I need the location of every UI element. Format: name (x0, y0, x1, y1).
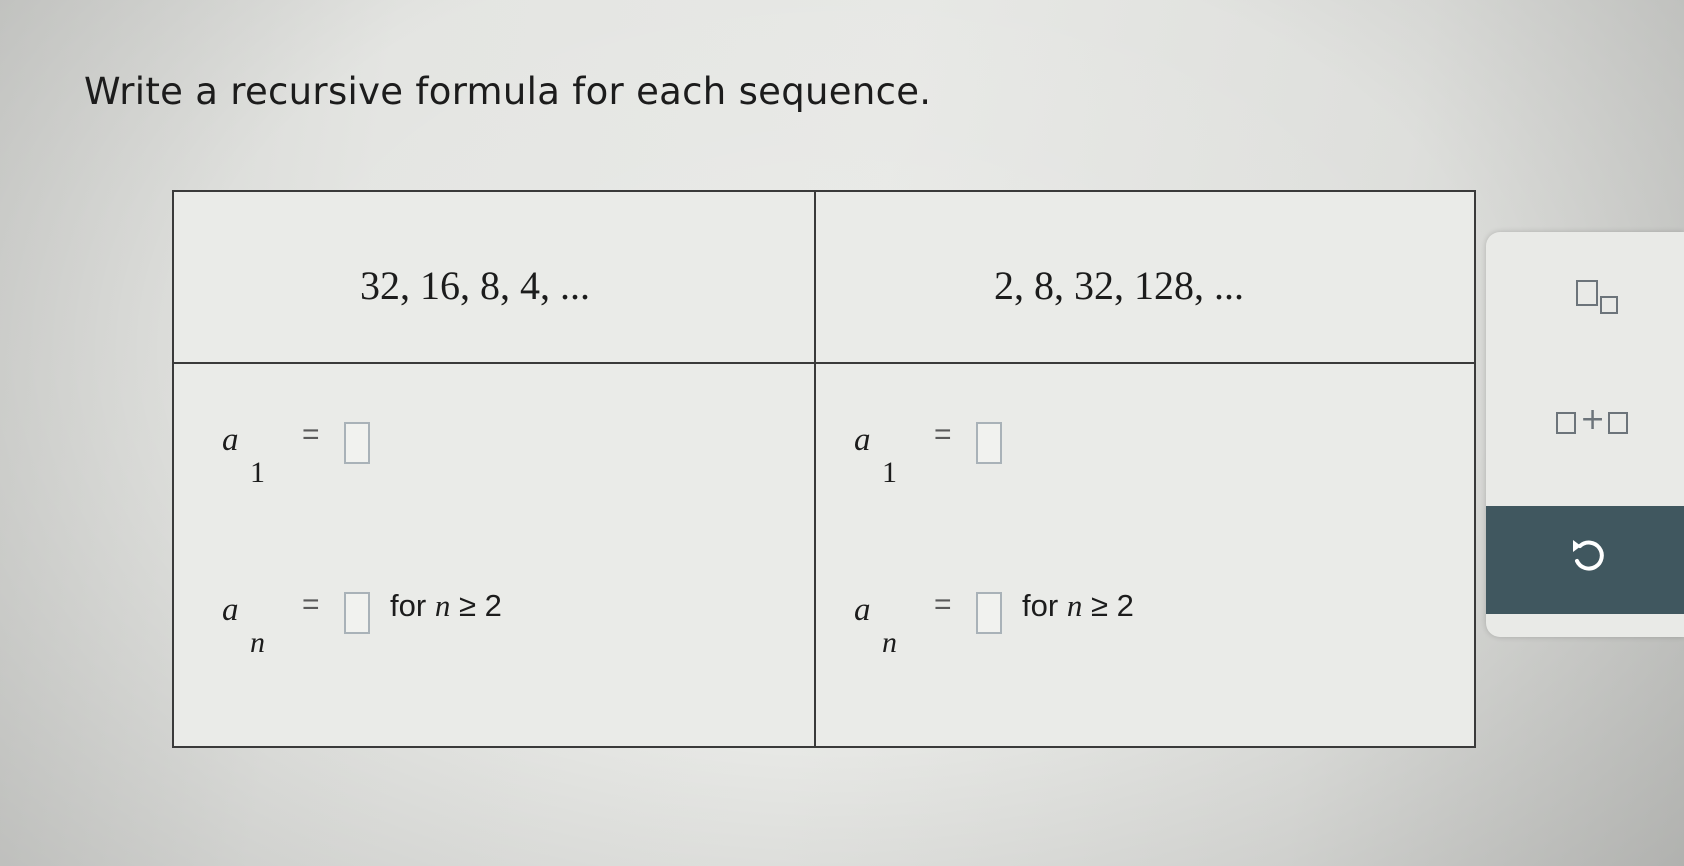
first-term-input-left[interactable] (344, 422, 370, 464)
recursive-input-left[interactable] (344, 592, 370, 634)
equals-sign: = (934, 588, 952, 621)
first-term-formula-right: a 1 = (854, 418, 1274, 489)
addition-template-icon (1556, 412, 1576, 434)
condition-variable: n (1066, 588, 1083, 623)
addition-box-icon (1608, 412, 1628, 434)
subscript-small-box-icon (1600, 296, 1618, 314)
equals-sign: = (302, 418, 320, 451)
condition-variable: n (434, 588, 451, 623)
first-term-input-right[interactable] (976, 422, 1002, 464)
undo-button[interactable] (1486, 506, 1684, 614)
condition-text: for n ≥ 2 (390, 588, 502, 624)
condition-inequality: ≥ 2 (1090, 588, 1134, 623)
term-variable: a (854, 422, 871, 458)
term-variable: a (222, 422, 239, 458)
term-subscript: n (882, 626, 897, 659)
term-variable: a (854, 592, 871, 628)
math-tools-panel: + (1486, 232, 1684, 637)
subscript-template-icon (1576, 280, 1598, 306)
undo-icon (1573, 540, 1604, 571)
term-subscript: 1 (882, 456, 897, 489)
recursive-formula-right: a n = for n ≥ 2 (854, 588, 1274, 659)
sequence-header-right: 2, 8, 32, 128, ... (994, 263, 1244, 308)
instruction-text: Write a recursive formula for each seque… (84, 70, 932, 113)
header-divider (174, 362, 1474, 364)
term-subscript: 1 (250, 456, 265, 489)
sequence-header-left: 32, 16, 8, 4, ... (360, 263, 590, 308)
first-term-formula-left: a 1 = (222, 418, 642, 489)
column-divider (814, 192, 816, 746)
condition-inequality: ≥ 2 (458, 588, 502, 623)
term-subscript: n (250, 626, 265, 659)
equals-sign: = (934, 418, 952, 451)
plus-icon: + (1580, 402, 1606, 437)
equals-sign: = (302, 588, 320, 621)
term-variable: a (222, 592, 239, 628)
subscript-template-button[interactable] (1576, 264, 1656, 324)
problem-table: 32, 16, 8, 4, ... 2, 8, 32, 128, ... a 1… (172, 190, 1476, 748)
recursive-formula-left: a n = for n ≥ 2 (222, 588, 642, 659)
condition-for: for (1022, 588, 1059, 623)
recursive-input-right[interactable] (976, 592, 1002, 634)
addition-template-button[interactable]: + (1556, 400, 1666, 444)
condition-for: for (390, 588, 427, 623)
condition-text: for n ≥ 2 (1022, 588, 1134, 624)
